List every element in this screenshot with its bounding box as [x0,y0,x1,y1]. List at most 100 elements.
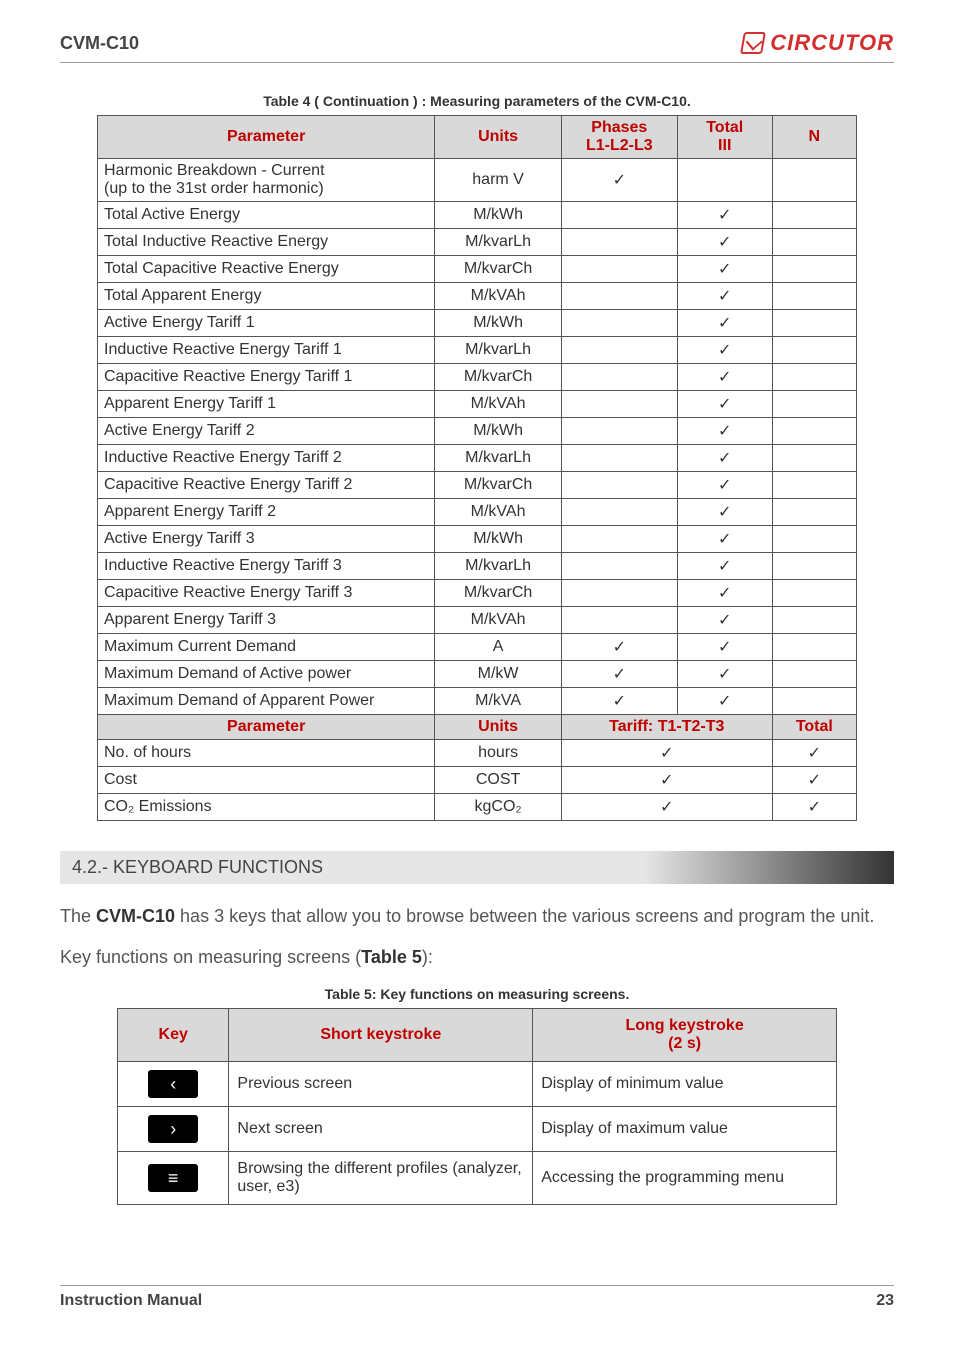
cell-short: Previous screen [229,1062,533,1107]
cell-units: M/kVAh [435,283,562,310]
table-row: Maximum Current DemandA✓✓ [98,634,857,661]
table-row: Active Energy Tariff 3M/kWh✓ [98,526,857,553]
cell-total: ✓ [677,229,772,256]
th-short: Short keystroke [229,1009,533,1062]
footer-title: Instruction Manual [60,1292,202,1310]
cell-total: ✓ [677,445,772,472]
cell-long: Accessing the programming menu [533,1152,837,1205]
th-units2: Units [435,715,562,740]
cell-units: M/kWh [435,418,562,445]
th-total2: Total [772,715,856,740]
cell-units: M/kWh [435,526,562,553]
cell-total: ✓ [677,661,772,688]
cell-total: ✓ [677,418,772,445]
cell-n [772,418,856,445]
cell-units: kgCO₂ [435,794,562,821]
page-header: CVM-C10 CIRCUTOR [60,30,894,63]
cell-units: M/kvarLh [435,337,562,364]
cell-phases [561,202,677,229]
cell-parameter: Inductive Reactive Energy Tariff 1 [98,337,435,364]
cell-units: M/kW [435,661,562,688]
table-row: ›Next screenDisplay of maximum value [118,1107,837,1152]
cell-n [772,526,856,553]
cell-parameter: Total Inductive Reactive Energy [98,229,435,256]
cell-tariff: ✓ [561,740,772,767]
cell-n [772,499,856,526]
section-heading: 4.2.- KEYBOARD FUNCTIONS [60,851,894,884]
cell-phases [561,472,677,499]
cell-parameter: Active Energy Tariff 2 [98,418,435,445]
cell-parameter: Capacitive Reactive Energy Tariff 3 [98,580,435,607]
cell-units: M/kvarLh [435,229,562,256]
cell-units: M/kvarCh [435,580,562,607]
page-number: 23 [876,1292,894,1310]
th-phases: Phases L1-L2-L3 [561,116,677,159]
table-row: Active Energy Tariff 2M/kWh ✓ [98,418,857,445]
cell-total: ✓ [677,607,772,634]
key-icon: ≡ [148,1164,198,1192]
cell-total: ✓ [677,310,772,337]
brand-logo: CIRCUTOR [742,30,894,56]
cell-parameter: Harmonic Breakdown - Current (up to the … [98,159,435,202]
cell-tariff: ✓ [561,794,772,821]
th-units: Units [435,116,562,159]
table-row: Capacitive Reactive Energy Tariff 2M/kva… [98,472,857,499]
table5: Key Short keystroke Long keystroke (2 s)… [117,1008,837,1205]
table-row: Capacitive Reactive Energy Tariff 1M/kva… [98,364,857,391]
table-row: Maximum Demand of Active powerM/kW✓✓ [98,661,857,688]
cell-total: ✓ [772,740,856,767]
cell-key: ‹ [118,1062,229,1107]
cell-units: M/kWh [435,310,562,337]
cell-total: ✓ [677,256,772,283]
cell-total: ✓ [677,526,772,553]
cell-total [677,159,772,202]
cell-phases [561,310,677,337]
table-row: Total Apparent EnergyM/kVAh ✓ [98,283,857,310]
cell-units: COST [435,767,562,794]
cell-phases [561,418,677,445]
table-row: Total Active EnergyM/kWh✓ [98,202,857,229]
cell-key: ≡ [118,1152,229,1205]
table-row: Harmonic Breakdown - Current (up to the … [98,159,857,202]
cell-n [772,634,856,661]
cell-units: M/kvarCh [435,256,562,283]
cell-total: ✓ [677,391,772,418]
th-long: Long keystroke (2 s) [533,1009,837,1062]
cell-total: ✓ [677,337,772,364]
cell-long: Display of minimum value [533,1062,837,1107]
table-row: Apparent Energy Tariff 2M/kVAh✓ [98,499,857,526]
cell-parameter: Maximum Demand of Active power [98,661,435,688]
table-row: ‹Previous screenDisplay of minimum value [118,1062,837,1107]
cell-parameter: Inductive Reactive Energy Tariff 3 [98,553,435,580]
table4: Parameter Units Phases L1-L2-L3 Total II… [97,115,857,821]
cell-parameter: Inductive Reactive Energy Tariff 2 [98,445,435,472]
cell-n [772,364,856,391]
cell-phases [561,337,677,364]
cell-n [772,337,856,364]
key-icon: › [148,1115,198,1143]
cell-n [772,607,856,634]
cell-parameter: Total Active Energy [98,202,435,229]
cell-total: ✓ [677,580,772,607]
cell-total: ✓ [772,794,856,821]
cell-phases [561,526,677,553]
th-total: Total III [677,116,772,159]
cell-n [772,310,856,337]
cell-n [772,159,856,202]
paragraph-1: The CVM-C10 has 3 keys that allow you to… [60,904,894,929]
paragraph-2: Key functions on measuring screens (Tabl… [60,945,894,970]
cell-total: ✓ [677,688,772,715]
table-row: CostCOST✓✓ [98,767,857,794]
cell-n [772,553,856,580]
cell-parameter: Maximum Demand of Apparent Power [98,688,435,715]
cell-parameter: Capacitive Reactive Energy Tariff 1 [98,364,435,391]
cell-n [772,661,856,688]
cell-n [772,472,856,499]
cell-phases [561,580,677,607]
cell-units: M/kvarLh [435,553,562,580]
brand-name: CIRCUTOR [770,30,894,56]
cell-phases [561,445,677,472]
table-row: Active Energy Tariff 1M/kWh✓ [98,310,857,337]
cell-total: ✓ [677,283,772,310]
cell-parameter: Total Apparent Energy [98,283,435,310]
